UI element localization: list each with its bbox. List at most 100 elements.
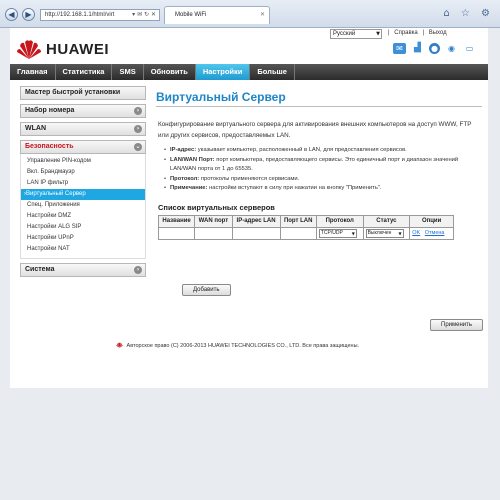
sidebar-item-nat[interactable]: Настройки NAT	[21, 244, 145, 255]
address-url: http://192.168.1.1/html/virt	[45, 12, 115, 18]
protocol-select[interactable]: TCP/UDP ▼	[318, 228, 357, 238]
sidebar-item-lan-ip-filter[interactable]: LAN IP фильтр	[21, 178, 145, 189]
status-select[interactable]: Выключен ▼	[365, 228, 404, 238]
column-header-protocol: Протокол	[315, 214, 364, 228]
bullet-label: Протокол:	[170, 175, 200, 182]
sidebar-group-label: Система	[25, 266, 55, 273]
intro-text: Конфигурирование виртуального сервера дл…	[158, 121, 472, 139]
menu-item-update[interactable]: Обновить	[144, 64, 196, 80]
virtual-server-table: Название WAN порт IP-адрес LAN Порт LAN …	[157, 214, 454, 240]
chevron-down-icon: ▼	[351, 230, 355, 236]
table-row: TCP/UDP ▼ Выключен ▼ OK Отмена	[157, 226, 454, 240]
status-icons: ✉ ▟ ● ◉ ▭	[393, 43, 476, 54]
lan-port-field[interactable]	[279, 226, 317, 240]
sidebar-item-upnp[interactable]: Настройки UPnP	[21, 233, 145, 244]
protocol-cell: TCP/UDP ▼	[315, 226, 364, 240]
bullet-label: LAN/WAN Порт:	[170, 156, 215, 163]
expand-icon: ›	[134, 266, 142, 274]
help-bullet: Протокол: протоколы применяются сервисам…	[164, 175, 464, 185]
page-title: Виртуальный Сервер	[156, 90, 286, 104]
sidebar-item-label: Виртуальный Сервер	[26, 191, 86, 197]
status-value: Выключен	[367, 229, 392, 236]
tab-title: Mobile WiFi	[175, 12, 207, 18]
chevron-down-icon: ▼	[376, 31, 380, 37]
status-cell: Выключен ▼	[362, 226, 411, 240]
footer: Авторское право (C) 2006-2013 HUAWEI TEC…	[116, 342, 359, 349]
sidebar-item-firewall[interactable]: Вкл. Брандмауэр	[21, 167, 145, 178]
column-header-status: Статус	[362, 214, 411, 228]
sidebar-group-label: WLAN	[25, 125, 46, 132]
huawei-flower-icon	[17, 40, 41, 59]
sidebar-group-dialup[interactable]: Набор номера ›	[20, 104, 146, 118]
main-menu: Главная Статистика SMS Обновить Настройк…	[10, 64, 488, 80]
bullet-text: настройки вступают в силу при нажатии на…	[209, 185, 382, 191]
sidebar: Мастер быстрой установки Набор номера › …	[20, 86, 146, 281]
language-select[interactable]: Русский ▼	[330, 29, 382, 39]
collapse-icon: ⌄	[134, 143, 142, 151]
security-submenu: Управление PIN-кодом Вкл. Брандмауэр LAN…	[20, 154, 146, 259]
chevron-down-icon: ▼	[398, 230, 402, 236]
options-cell: OK Отмена	[409, 226, 454, 240]
sidebar-group-system[interactable]: Система ›	[20, 263, 146, 277]
column-header-name: Название	[157, 214, 196, 228]
wan-port-field[interactable]	[194, 226, 233, 240]
brand-name: HUAWEI	[46, 40, 109, 58]
sidebar-group-label: Набор номера	[25, 107, 75, 114]
column-header-lan-port: Порт LAN	[279, 214, 317, 228]
forward-arrow-icon[interactable]: ▶	[22, 8, 35, 21]
expand-icon: ›	[134, 107, 142, 115]
page: HUAWEI Русский ▼ | Справка | Выход ✉ ▟ ●…	[0, 28, 500, 500]
column-header-wan-port: WAN порт	[194, 214, 233, 228]
logout-link[interactable]: Выход	[429, 30, 447, 36]
title-divider	[156, 106, 482, 107]
bullet-label: Примечание:	[170, 185, 208, 191]
sidebar-group-security[interactable]: Безопасность ⌄	[20, 140, 146, 154]
help-bullet: Примечание: настройки вступают в силу пр…	[164, 184, 464, 194]
back-arrow-icon[interactable]: ◀	[5, 8, 18, 21]
bullet-text: протоколы применяются сервисами.	[200, 175, 300, 182]
menu-item-settings[interactable]: Настройки	[195, 64, 251, 80]
huawei-logo: HUAWEI	[16, 38, 109, 60]
sidebar-item-alg-sip[interactable]: Настройки ALG SIP	[21, 222, 145, 233]
link-separator: |	[388, 30, 390, 36]
globe-icon: ●	[429, 43, 440, 54]
sidebar-item-virtual-server[interactable]: ›Виртуальный Сервер	[21, 189, 145, 200]
bullet-label: IP-адрес:	[170, 147, 197, 153]
menu-item-more[interactable]: Больше	[250, 64, 295, 80]
name-field[interactable]	[157, 226, 196, 240]
tab-close-icon[interactable]: ✕	[260, 7, 265, 23]
sidebar-item-special-apps[interactable]: Спец. Приложения	[21, 200, 145, 211]
list-title: Список виртуальных серверов	[158, 202, 275, 212]
add-button[interactable]: Добавить	[182, 284, 231, 296]
menu-item-statistics[interactable]: Статистика	[56, 64, 113, 80]
browser-toolbar-icons[interactable]: ⌂ ☆ ⚙	[443, 8, 494, 19]
cancel-link[interactable]: Отмена	[425, 230, 445, 236]
address-bar[interactable]: http://192.168.1.1/html/virt ▾ ✉ ↻ ✕	[40, 9, 160, 21]
address-bar-icons[interactable]: ▾ ✉ ↻ ✕	[132, 10, 156, 20]
router-ui: HUAWEI Русский ▼ | Справка | Выход ✉ ▟ ●…	[10, 28, 488, 388]
sidebar-group-label: Мастер быстрой установки	[25, 89, 121, 96]
help-bullet: IP-адрес: указывает компьютер, расположе…	[164, 146, 464, 156]
sidebar-group-label: Безопасность	[25, 143, 74, 150]
help-link[interactable]: Справка	[394, 30, 418, 36]
sidebar-group-quick-setup[interactable]: Мастер быстрой установки	[20, 86, 146, 100]
column-header-options: Опции	[409, 214, 454, 228]
huawei-flower-icon	[116, 342, 123, 348]
bullet-text: указывает компьютер, расположенный в LAN…	[197, 147, 407, 153]
signal-icon: ▟	[411, 43, 424, 54]
help-bullets: IP-адрес: указывает компьютер, расположе…	[164, 146, 482, 194]
lan-ip-field[interactable]	[231, 226, 281, 240]
table-header-row: Название WAN порт IP-адрес LAN Порт LAN …	[157, 214, 454, 228]
sidebar-item-pin[interactable]: Управление PIN-кодом	[21, 156, 145, 167]
mail-icon[interactable]: ✉	[393, 43, 406, 54]
ok-link[interactable]: OK	[412, 230, 420, 236]
menu-item-sms[interactable]: SMS	[112, 64, 144, 80]
expand-icon: ›	[134, 125, 142, 133]
help-bullet: LAN/WAN Порт: порт компьютера, предостав…	[164, 156, 464, 175]
sidebar-group-wlan[interactable]: WLAN ›	[20, 122, 146, 136]
menu-item-home[interactable]: Главная	[10, 64, 56, 80]
apply-button[interactable]: Применить	[430, 319, 484, 331]
browser-tab[interactable]: Mobile WiFi ✕	[164, 6, 270, 24]
main-content: Виртуальный Сервер Конфигурирование вирт…	[156, 90, 484, 331]
sidebar-item-dmz[interactable]: Настройки DMZ	[21, 211, 145, 222]
